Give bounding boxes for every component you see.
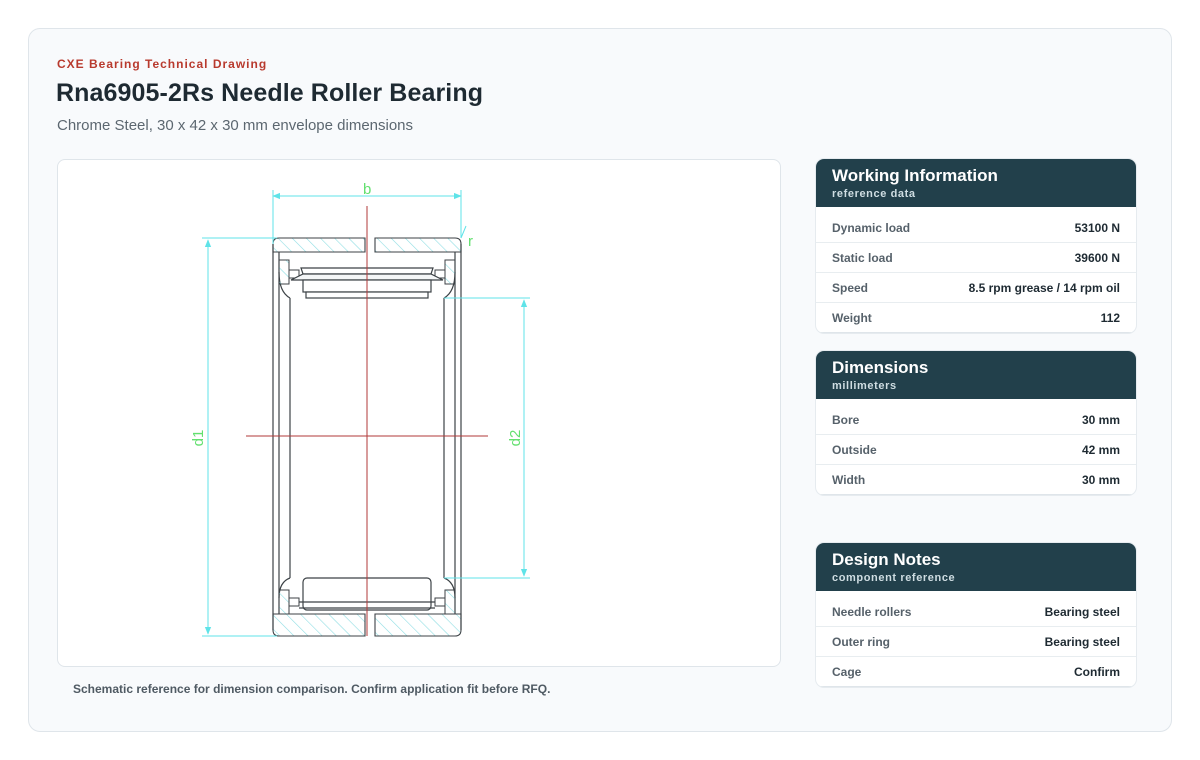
page-subtitle: Chrome Steel, 30 x 42 x 30 mm envelope d… xyxy=(57,117,414,134)
panel-header: Dimensions millimeters xyxy=(816,351,1136,399)
panel-subtitle: component reference xyxy=(832,572,956,584)
dimension-lines xyxy=(202,190,530,637)
spec-value: 39600 N xyxy=(1074,250,1120,265)
spec-label: Dynamic load xyxy=(832,220,911,235)
label-d2: d2 xyxy=(507,430,524,447)
spec-value: 30 mm xyxy=(1081,472,1120,487)
dimensions-panel: Dimensions millimeters Bore 30 mm Outsid… xyxy=(816,351,1136,495)
label-b: b xyxy=(363,181,371,198)
drawing-card: CXE Bearing Technical Drawing Rna6905-2R… xyxy=(28,28,1172,732)
spec-label: Width xyxy=(832,472,866,487)
spec-row-speed: Speed 8.5 rpm grease / 14 rpm oil xyxy=(816,273,1136,303)
panel-header: Working Information reference data xyxy=(816,159,1136,207)
panel-subtitle: millimeters xyxy=(832,380,897,392)
drawing-caption: Schematic reference for dimension compar… xyxy=(73,682,551,696)
working-information-panel: Working Information reference data Dynam… xyxy=(816,159,1136,333)
spec-value: 30 mm xyxy=(1081,412,1120,427)
spec-value: 42 mm xyxy=(1081,442,1120,457)
spec-value: Bearing steel xyxy=(1044,604,1120,619)
spec-value: Bearing steel xyxy=(1044,634,1120,649)
page-title: Rna6905-2Rs Needle Roller Bearing xyxy=(56,79,484,107)
spec-row-width: Width 30 mm xyxy=(816,465,1136,495)
spec-label: Outside xyxy=(832,442,877,457)
spec-label: Needle rollers xyxy=(832,604,912,619)
spec-row-dynamic-load: Dynamic load 53100 N xyxy=(816,213,1136,243)
spec-row-outer-ring: Outer ring Bearing steel xyxy=(816,627,1136,657)
spec-value: 53100 N xyxy=(1074,220,1120,235)
spec-label: Cage xyxy=(832,664,862,679)
panel-title: Working Information xyxy=(832,166,998,185)
technical-drawing: b r d1 d2 xyxy=(57,159,781,667)
panel-subtitle: reference data xyxy=(832,188,916,200)
spec-label: Weight xyxy=(832,310,872,325)
label-d1: d1 xyxy=(190,430,207,447)
spec-row-bore: Bore 30 mm xyxy=(816,405,1136,435)
label-r: r xyxy=(468,233,473,250)
eyebrow: CXE Bearing Technical Drawing xyxy=(57,57,268,71)
spec-value: 112 xyxy=(1100,310,1120,325)
spec-row-outside: Outside 42 mm xyxy=(816,435,1136,465)
panel-title: Dimensions xyxy=(832,358,929,377)
spec-row-weight: Weight 112 xyxy=(816,303,1136,333)
spec-row-cage: Cage Confirm xyxy=(816,657,1136,687)
spec-label: Static load xyxy=(832,250,893,265)
spec-row-needle-rollers: Needle rollers Bearing steel xyxy=(816,597,1136,627)
spec-label: Speed xyxy=(832,280,869,295)
spec-row-static-load: Static load 39600 N xyxy=(816,243,1136,273)
panel-title: Design Notes xyxy=(832,550,941,569)
spec-value: Confirm xyxy=(1074,664,1120,679)
design-notes-panel: Design Notes component reference Needle … xyxy=(816,543,1136,687)
spec-value: 8.5 rpm grease / 14 rpm oil xyxy=(968,280,1120,295)
panel-header: Design Notes component reference xyxy=(816,543,1136,591)
spec-label: Outer ring xyxy=(832,634,891,649)
bearing-drawing-svg: b r d1 d2 xyxy=(190,181,530,637)
spec-label: Bore xyxy=(832,412,860,427)
